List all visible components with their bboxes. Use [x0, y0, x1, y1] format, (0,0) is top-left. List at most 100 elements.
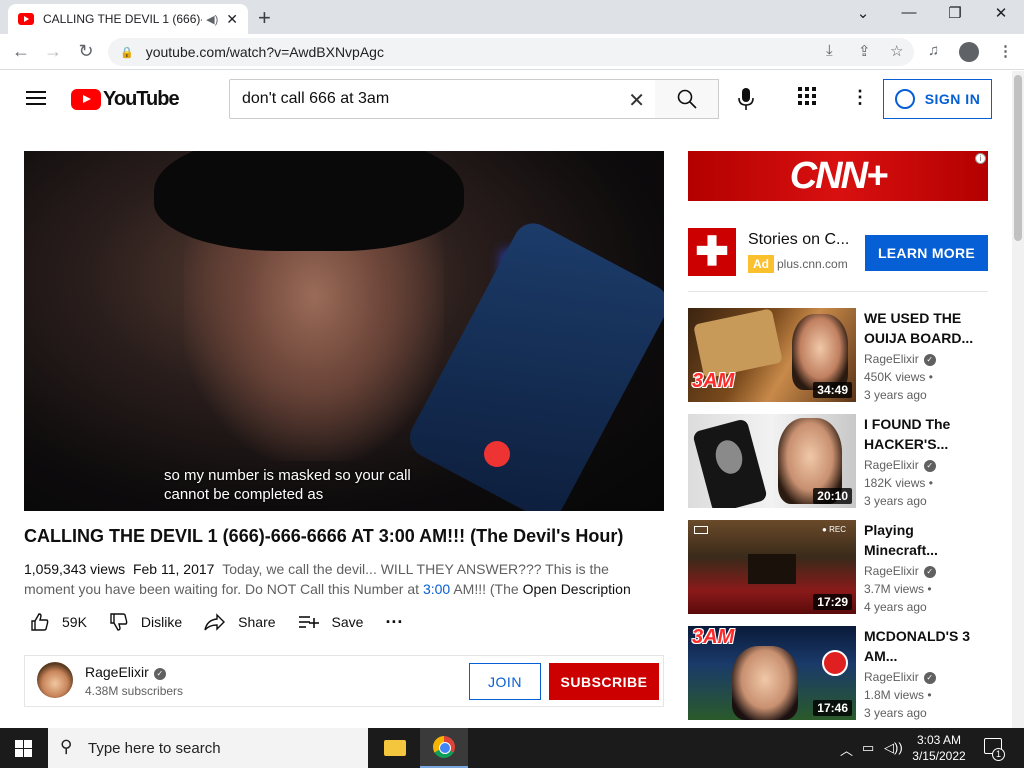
network-icon[interactable]: ▭ — [862, 740, 874, 756]
more-actions-icon[interactable]: ··· — [385, 612, 403, 633]
browser-tab[interactable]: CALLING THE DEVIL 1 (666)- ◀︎) ✕ — [8, 4, 248, 34]
open-description-button[interactable]: Open Description — [523, 581, 631, 597]
video-frame-hair — [154, 151, 464, 251]
back-icon[interactable]: ← — [10, 41, 32, 62]
window-close-button[interactable]: ✕ — [981, 4, 1021, 22]
file-explorer-button[interactable] — [371, 728, 419, 768]
title-line: Playing — [864, 522, 914, 538]
video-title: CALLING THE DEVIL 1 (666)-666-6666 AT 3:… — [24, 526, 624, 546]
recommendation-item[interactable]: 20:10 I FOUND The HACKER'S... RageElixir… — [688, 414, 998, 508]
ad-badge: Ad — [748, 255, 774, 273]
recommendation-title[interactable]: Playing Minecraft... — [864, 520, 990, 560]
subscriber-count: 4.38M subscribers — [85, 684, 184, 698]
windows-taskbar: ⚲ Type here to search ︿ ▭ ◁)) 3:03 AM 3/… — [0, 728, 1024, 768]
title-line: WE USED THE — [864, 310, 962, 326]
share-arrow-icon — [204, 613, 226, 631]
new-tab-button[interactable]: + — [258, 5, 271, 31]
recommendation-title[interactable]: WE USED THE OUIJA BOARD... — [864, 308, 990, 348]
ad-title[interactable]: Stories on C... — [748, 231, 849, 249]
timestamp-link[interactable]: 3:00 — [423, 581, 450, 597]
verified-icon: ✓ — [923, 460, 936, 472]
video-player[interactable]: so my number is masked so your call cann… — [24, 151, 664, 511]
recommendation-views: 1.8M views • — [864, 688, 932, 702]
video-thumbnail[interactable]: 3AM 17:46 — [688, 626, 856, 720]
scrollbar-thumb[interactable] — [1014, 75, 1022, 241]
apps-grid-icon[interactable] — [798, 87, 816, 110]
search-icon: ⚲ — [60, 737, 73, 756]
restore-button[interactable]: ❐ — [935, 4, 975, 22]
join-button[interactable]: JOIN — [469, 663, 541, 700]
recommendation-title[interactable]: I FOUND The HACKER'S... — [864, 414, 990, 454]
microphone-icon[interactable] — [736, 87, 756, 111]
recommendation-channel[interactable]: RageElixir ✓ — [864, 458, 936, 472]
youtube-logo[interactable]: YouTube — [71, 88, 180, 111]
media-control-icon[interactable]: ♫ — [928, 42, 939, 59]
windows-start-icon[interactable] — [15, 740, 32, 757]
cnn-plus-logo-icon[interactable]: ✚ — [688, 228, 736, 276]
ad-info-icon[interactable]: i — [975, 153, 986, 164]
thumbnail-tag: 3AM — [692, 626, 735, 648]
recommendation-channel[interactable]: RageElixir ✓ — [864, 564, 936, 578]
browser-menu-icon[interactable]: ⋮ — [998, 42, 1013, 60]
title-line: I FOUND The — [864, 416, 951, 432]
settings-more-icon[interactable]: ⋮ — [851, 87, 869, 108]
address-bar[interactable]: 🔒 youtube.com/watch?v=AwdBXNvpAgc — [108, 38, 914, 66]
cnn-logo: CNN+ — [789, 154, 889, 197]
tab-search-icon[interactable]: ⌄ — [843, 4, 883, 22]
account-icon — [894, 89, 915, 109]
forward-icon[interactable]: → — [42, 41, 64, 62]
profile-avatar-icon[interactable] — [959, 42, 979, 62]
video-thumbnail[interactable]: 3AM 34:49 — [688, 308, 856, 402]
recommendation-views: 3.7M views • — [864, 582, 932, 596]
learn-more-button[interactable]: LEARN MORE — [865, 235, 988, 271]
share-icon[interactable]: ⇪ — [858, 42, 871, 60]
speaker-icon[interactable]: ◀︎) — [206, 13, 218, 26]
recommendation-channel[interactable]: RageElixir ✓ — [864, 670, 936, 684]
video-duration: 17:46 — [813, 700, 852, 716]
bookmark-star-icon[interactable]: ☆ — [890, 42, 903, 60]
recommendation-item[interactable]: 3AM 17:46 MCDONALD'S 3 AM... RageElixir ✓… — [688, 626, 998, 720]
hamburger-menu-icon[interactable] — [26, 91, 46, 105]
tab-close-icon[interactable]: ✕ — [226, 11, 238, 28]
sign-in-button[interactable]: SIGN IN — [883, 79, 992, 119]
sidebar-divider — [688, 291, 988, 292]
save-button[interactable]: Save — [298, 614, 364, 630]
taskbar-search-input[interactable]: ⚲ Type here to search — [48, 728, 368, 768]
like-count: 59K — [62, 614, 87, 630]
search-button[interactable] — [655, 79, 719, 119]
channel-avatar[interactable] — [37, 662, 73, 698]
taskbar-clock[interactable]: 3:03 AM 3/15/2022 — [906, 732, 972, 764]
save-label: Save — [331, 614, 364, 630]
share-button[interactable]: Share — [204, 613, 276, 631]
recommendation-item[interactable]: ● REC 17:29 Playing Minecraft... RageEli… — [688, 520, 998, 614]
playlist-add-icon — [298, 616, 319, 628]
subscribe-button[interactable]: SUBSCRIBE — [549, 663, 659, 700]
recommendation-channel[interactable]: RageElixir ✓ — [864, 352, 936, 366]
chrome-taskbar-button[interactable] — [420, 728, 468, 768]
page-scrollbar[interactable] — [1012, 71, 1024, 728]
channel-name-row[interactable]: RageElixir ✓ — [85, 664, 166, 680]
reload-icon[interactable]: ↻ — [75, 41, 97, 62]
video-description[interactable]: 1,059,343 views Feb 11, 2017 Today, we c… — [24, 559, 644, 599]
install-icon[interactable]: ⤓ — [826, 42, 833, 59]
taskbar-search-placeholder: Type here to search — [88, 739, 221, 757]
minimize-button[interactable]: — — [889, 4, 929, 21]
clear-search-icon[interactable]: ✕ — [628, 88, 645, 113]
search-input[interactable]: don't call 666 at 3am ✕ — [229, 79, 656, 119]
thumbs-down-icon — [110, 613, 128, 631]
recommendation-views: 450K views • — [864, 370, 933, 384]
like-button[interactable]: 59K — [30, 612, 87, 632]
tray-chevron-icon[interactable]: ︿ — [840, 740, 853, 759]
title-line: AM... — [864, 648, 898, 664]
clock-time: 3:03 AM — [916, 733, 962, 747]
notification-count: 1 — [992, 748, 1005, 761]
video-thumbnail[interactable]: ● REC 17:29 — [688, 520, 856, 614]
video-thumbnail[interactable]: 20:10 — [688, 414, 856, 508]
recommendation-title[interactable]: MCDONALD'S 3 AM... — [864, 626, 990, 666]
video-duration: 34:49 — [813, 382, 852, 398]
dislike-button[interactable]: Dislike — [109, 612, 182, 632]
cnn-ad-banner[interactable]: CNN+ — [688, 151, 988, 201]
recommendation-age: 4 years ago — [864, 600, 927, 614]
recommendation-item[interactable]: 3AM 34:49 WE USED THE OUIJA BOARD... Rag… — [688, 308, 998, 402]
volume-icon[interactable]: ◁)) — [884, 740, 903, 756]
